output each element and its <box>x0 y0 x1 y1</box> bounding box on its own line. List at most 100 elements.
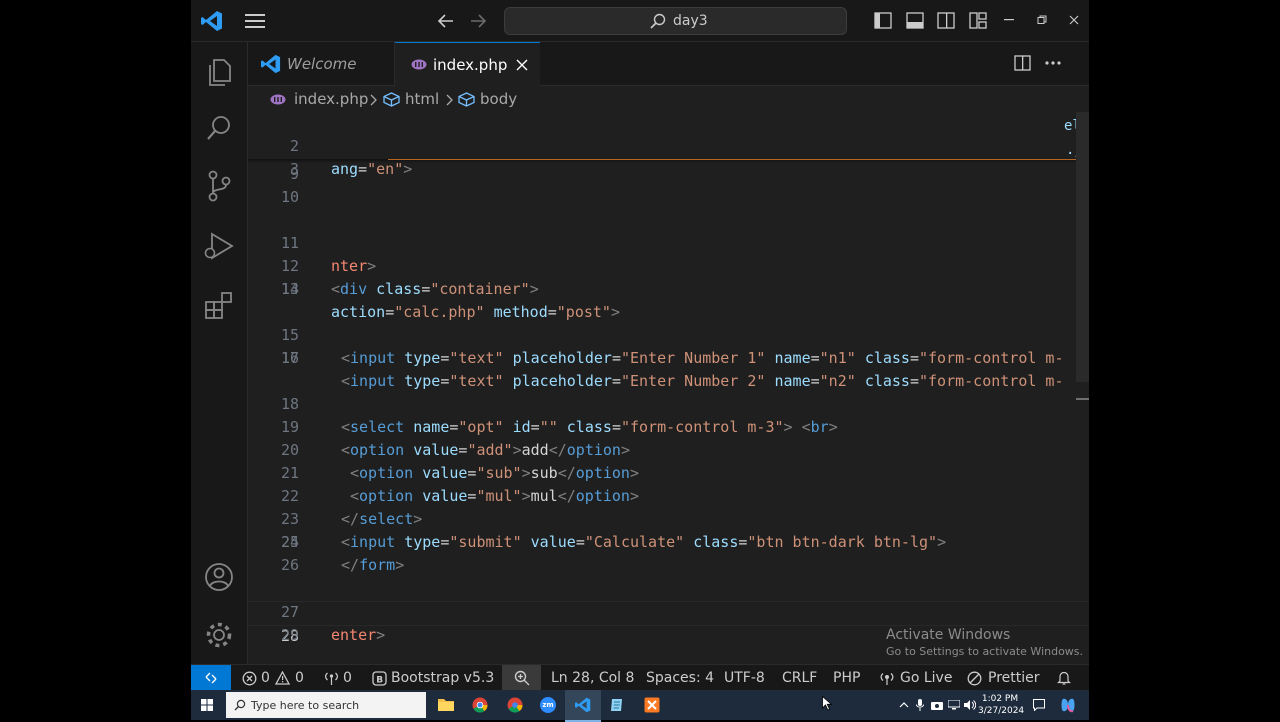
code-line: 19 <option value="add">add</option> <box>248 393 1089 459</box>
command-center-search[interactable]: day3 <box>504 7 847 35</box>
file-explorer-icon[interactable] <box>438 697 454 712</box>
end-of-line[interactable]: CRLF <box>782 670 817 686</box>
tab-welcome-label: Welcome <box>287 55 357 73</box>
customize-layout-icon[interactable] <box>969 12 987 29</box>
code-line: 18 <select name="opt" id="" class="form-… <box>248 370 1089 436</box>
chevron-right-icon <box>446 94 453 106</box>
code-line: 20 <option value="sub">sub</option> <box>248 416 1089 482</box>
taskbar-vscode-active[interactable] <box>565 690 601 722</box>
minimize-icon[interactable] <box>1004 19 1014 21</box>
watermark-subtitle: Go to Settings to activate Windows. <box>886 645 1084 658</box>
taskbar-time: 1:02 PM <box>981 694 1019 704</box>
chevron-right-icon <box>370 94 377 106</box>
bootstrap-icon: B <box>372 671 387 686</box>
taskbar-search[interactable]: Type here to search <box>226 692 426 718</box>
run-debug-icon[interactable] <box>203 230 235 262</box>
close-tab-icon[interactable] <box>516 59 528 71</box>
notification-center-icon[interactable] <box>1033 699 1045 711</box>
remote-indicator[interactable] <box>191 665 231 690</box>
go-live-icon <box>880 673 894 685</box>
chrome-icon[interactable] <box>472 697 488 713</box>
error-count[interactable]: 0 <box>261 670 270 686</box>
code-line: 10 <box>248 186 1089 209</box>
command-center-label: day3 <box>673 13 708 29</box>
ports-count[interactable]: 0 <box>343 670 352 686</box>
back-arrow-icon[interactable] <box>437 12 455 30</box>
code-line: 11 nter> <box>248 209 1089 275</box>
menu-icon[interactable] <box>245 13 265 29</box>
vscode-taskbar-icon <box>575 697 591 713</box>
accounts-icon[interactable] <box>204 562 234 592</box>
source-control-icon[interactable] <box>205 170 233 202</box>
windows-taskbar: Type here to search zm 1:02 PM 3/27/2024 <box>191 690 1089 722</box>
taskbar-search-placeholder: Type here to search <box>251 699 360 712</box>
activity-bar <box>191 42 248 664</box>
tab-index-php-label: index.php <box>433 56 508 74</box>
notifications-bell-icon[interactable] <box>1057 670 1071 686</box>
symbol-element-icon <box>458 92 475 107</box>
code-line: 9 <box>248 163 1089 186</box>
zoom-indicator[interactable] <box>502 665 541 690</box>
encoding[interactable]: UTF-8 <box>724 670 765 686</box>
code-line: 16 <input type="text" placeholder="Enter… <box>248 324 1089 390</box>
php-file-icon <box>270 94 286 105</box>
ports-icon <box>325 672 338 685</box>
volume-icon[interactable] <box>964 699 976 711</box>
windows-start-icon[interactable] <box>201 699 213 711</box>
line-number: 25 <box>280 533 299 551</box>
status-bar: 0 0 0 B Bootstrap v5.3 Ln 28, Col 8 Spac… <box>191 664 1089 690</box>
line-number: 17 <box>280 349 299 367</box>
camera-icon[interactable] <box>931 700 943 710</box>
forward-arrow-icon[interactable] <box>469 12 487 30</box>
taskbar-clock[interactable]: 1:02 PM 3/27/2024 <box>978 693 1024 717</box>
warning-count[interactable]: 0 <box>295 670 304 686</box>
breadcrumb-html[interactable]: html <box>405 90 439 108</box>
scrollbar-cursor-marker <box>1076 398 1089 400</box>
toggle-panel-icon[interactable] <box>906 12 924 29</box>
search-icon <box>234 699 246 711</box>
tab-index-php[interactable]: index.php <box>395 42 540 86</box>
vscode-logo-icon[interactable] <box>201 10 223 32</box>
language-mode[interactable]: PHP <box>833 670 860 686</box>
notepad-icon[interactable] <box>609 697 625 713</box>
search-view-icon[interactable] <box>205 114 233 142</box>
tab-welcome[interactable]: Welcome <box>248 42 395 85</box>
toggle-secondary-sidebar-icon[interactable] <box>937 12 955 29</box>
split-editor-icon[interactable] <box>1014 55 1031 71</box>
zoom-app-label: zm <box>542 701 554 709</box>
bootstrap-version[interactable]: Bootstrap v5.3 <box>391 670 494 686</box>
code-line: 12 <div class="container"> <box>248 232 1089 298</box>
tray-chevron-up-icon[interactable] <box>899 701 909 708</box>
breadcrumb-body[interactable]: body <box>480 90 517 108</box>
chrome-profile-icon[interactable] <box>507 697 523 713</box>
vscode-window: day3 Welcome index.php index.php html bo… <box>191 0 1089 690</box>
copilot-icon[interactable] <box>1060 697 1076 713</box>
explorer-icon[interactable] <box>205 56 233 86</box>
current-line: 28 <box>248 601 1089 645</box>
breadcrumb-file[interactable]: index.php <box>294 90 368 108</box>
zoom-app-icon[interactable]: zm <box>540 697 556 713</box>
scrollbar-thumb[interactable] <box>1076 112 1089 382</box>
indentation[interactable]: Spaces: 4 <box>646 670 714 686</box>
prettier-button[interactable]: Prettier <box>988 670 1040 686</box>
more-actions-icon[interactable] <box>1045 61 1061 65</box>
cursor-position[interactable]: Ln 28, Col 8 <box>551 670 634 686</box>
settings-gear-icon[interactable] <box>204 620 234 650</box>
warning-icon <box>275 671 290 685</box>
activate-windows-watermark: Activate Windows Go to Settings to activ… <box>886 627 1083 658</box>
line-number: 26 <box>280 556 299 574</box>
svg-text:B: B <box>376 675 383 685</box>
extensions-icon[interactable] <box>204 290 234 320</box>
restore-icon[interactable] <box>1037 15 1047 25</box>
line-number: 14 <box>280 280 299 298</box>
network-icon[interactable] <box>948 700 960 710</box>
go-live-button[interactable]: Go Live <box>900 670 952 686</box>
toggle-primary-sidebar-icon[interactable] <box>874 12 892 29</box>
microphone-icon[interactable] <box>916 699 924 711</box>
code-line: 25 <box>248 531 1089 554</box>
close-window-icon[interactable] <box>1069 15 1079 25</box>
code-editor[interactable]: 2 ang="en"> 3 el .j 9 10 11 nter> 12 <di… <box>248 112 1089 664</box>
code-line: 23 <input type="submit" value="Calculate… <box>248 485 1089 551</box>
php-file-icon <box>411 59 427 70</box>
xampp-icon[interactable] <box>644 697 660 713</box>
